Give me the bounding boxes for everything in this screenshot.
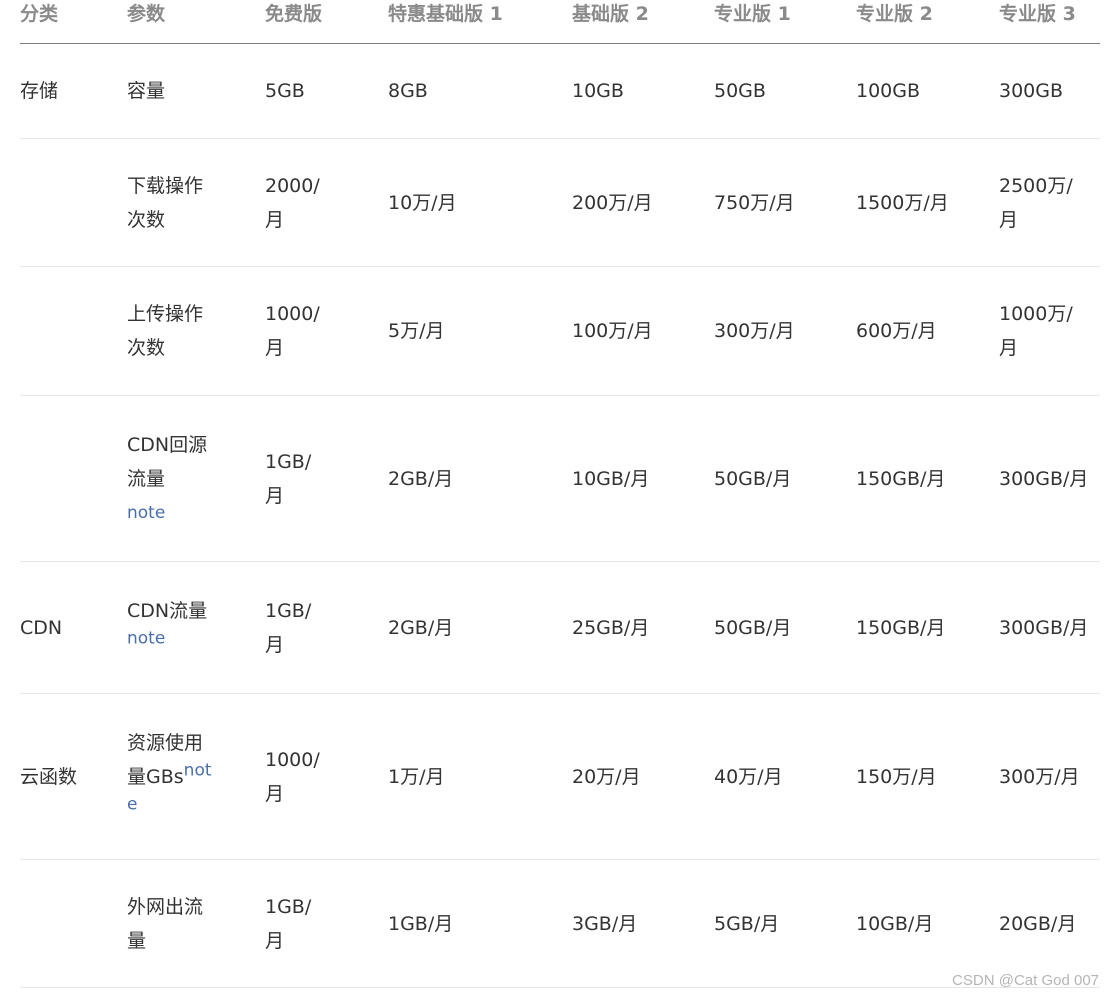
value-cell: 10GB/月	[856, 859, 999, 988]
value-cell: 25GB/月	[572, 561, 714, 694]
value-cell: 20万/月	[572, 693, 714, 860]
param-cell: 外网出流量	[127, 859, 265, 988]
value-cell: 5万/月	[388, 266, 572, 396]
table-row: 存储 容量 5GB 8GB 10GB 50GB 100GB 300GB	[20, 43, 1100, 139]
category-cell	[20, 395, 127, 562]
value-cell: 50GB/月	[714, 561, 856, 694]
value-cell: 10GB/月	[572, 395, 714, 562]
value-cell: 600万/月	[856, 266, 999, 396]
category-cell	[20, 266, 127, 396]
value-cell: 3GB/月	[572, 859, 714, 988]
value-cell: 150GB/月	[856, 561, 999, 694]
value-cell: 1GB/月	[265, 561, 388, 694]
value-cell: 300GB	[999, 43, 1100, 139]
param-cell: 资源使用量GBsnote	[127, 693, 265, 860]
category-cell: 存储	[20, 43, 127, 139]
category-cell: 云函数	[20, 693, 127, 860]
value-cell: 1000万/月	[999, 266, 1100, 396]
table-row: 下载操作次数 2000/月 10万/月 200万/月 750万/月 1500万/…	[20, 138, 1100, 267]
header-pro-3: 专业版 3	[999, 0, 1100, 44]
param-cell: 下载操作次数	[127, 138, 265, 267]
value-cell: 1000/月	[265, 693, 388, 860]
value-cell: 10万/月	[388, 138, 572, 267]
value-cell: 300GB/月	[999, 561, 1100, 694]
category-cell	[20, 138, 127, 267]
header-special-basic-1: 特惠基础版 1	[388, 0, 572, 44]
header-param: 参数	[127, 0, 265, 44]
header-pro-1: 专业版 1	[714, 0, 856, 44]
value-cell: 10GB	[572, 43, 714, 139]
watermark: CSDN @Cat God 007	[952, 972, 1099, 989]
param-label: CDN回源流量	[127, 433, 208, 490]
value-cell: 20GB/月	[999, 859, 1100, 988]
value-cell: 100GB	[856, 43, 999, 139]
value-cell: 1万/月	[388, 693, 572, 860]
param-cell: CDN回源流量 note	[127, 395, 265, 562]
table-row: CDN回源流量 note 1GB/月 2GB/月 10GB/月 50GB/月 1…	[20, 395, 1100, 562]
pricing-table: 分类 参数 免费版 特惠基础版 1 基础版 2 专业版 1 专业版 2 专业版 …	[20, 0, 1100, 988]
value-cell: 1500万/月	[856, 138, 999, 267]
value-cell: 50GB	[714, 43, 856, 139]
value-cell: 200万/月	[572, 138, 714, 267]
value-cell: 2GB/月	[388, 395, 572, 562]
category-cell	[20, 859, 127, 988]
value-cell: 1GB/月	[265, 859, 388, 988]
value-cell: 100万/月	[572, 266, 714, 396]
value-cell: 5GB/月	[714, 859, 856, 988]
param-cell: CDN流量 note	[127, 561, 265, 694]
param-label: CDN流量	[127, 599, 208, 622]
value-cell: 1GB/月	[265, 395, 388, 562]
table-row: CDN CDN流量note 1GB/月 2GB/月 25GB/月 50GB/月 …	[20, 561, 1100, 694]
header-category: 分类	[20, 0, 127, 44]
value-cell: 5GB	[265, 43, 388, 139]
table-row: 外网出流量 1GB/月 1GB/月 3GB/月 5GB/月 10GB/月 20G…	[20, 859, 1100, 988]
value-cell: 2500万/月	[999, 138, 1100, 267]
value-cell: 40万/月	[714, 693, 856, 860]
header-pro-2: 专业版 2	[856, 0, 999, 44]
table-header-row: 分类 参数 免费版 特惠基础版 1 基础版 2 专业版 1 专业版 2 专业版 …	[20, 0, 1100, 44]
header-free: 免费版	[265, 0, 388, 44]
param-cell: 上传操作次数	[127, 266, 265, 396]
header-basic-2: 基础版 2	[572, 0, 714, 44]
table-row: 上传操作次数 1000/月 5万/月 100万/月 300万/月 600万/月 …	[20, 266, 1100, 396]
param-cell: 容量	[127, 43, 265, 139]
value-cell: 300万/月	[714, 266, 856, 396]
value-cell: 8GB	[388, 43, 572, 139]
value-cell: 1GB/月	[388, 859, 572, 988]
value-cell: 2GB/月	[388, 561, 572, 694]
note-link[interactable]: note	[127, 628, 165, 648]
value-cell: 300GB/月	[999, 395, 1100, 562]
value-cell: 150万/月	[856, 693, 999, 860]
value-cell: 300万/月	[999, 693, 1100, 860]
value-cell: 50GB/月	[714, 395, 856, 562]
category-cell: CDN	[20, 561, 127, 694]
note-link[interactable]: note	[127, 496, 213, 530]
value-cell: 750万/月	[714, 138, 856, 267]
value-cell: 1000/月	[265, 266, 388, 396]
table-row: 云函数 资源使用量GBsnote 1000/月 1万/月 20万/月 40万/月…	[20, 693, 1100, 860]
value-cell: 2000/月	[265, 138, 388, 267]
value-cell: 150GB/月	[856, 395, 999, 562]
